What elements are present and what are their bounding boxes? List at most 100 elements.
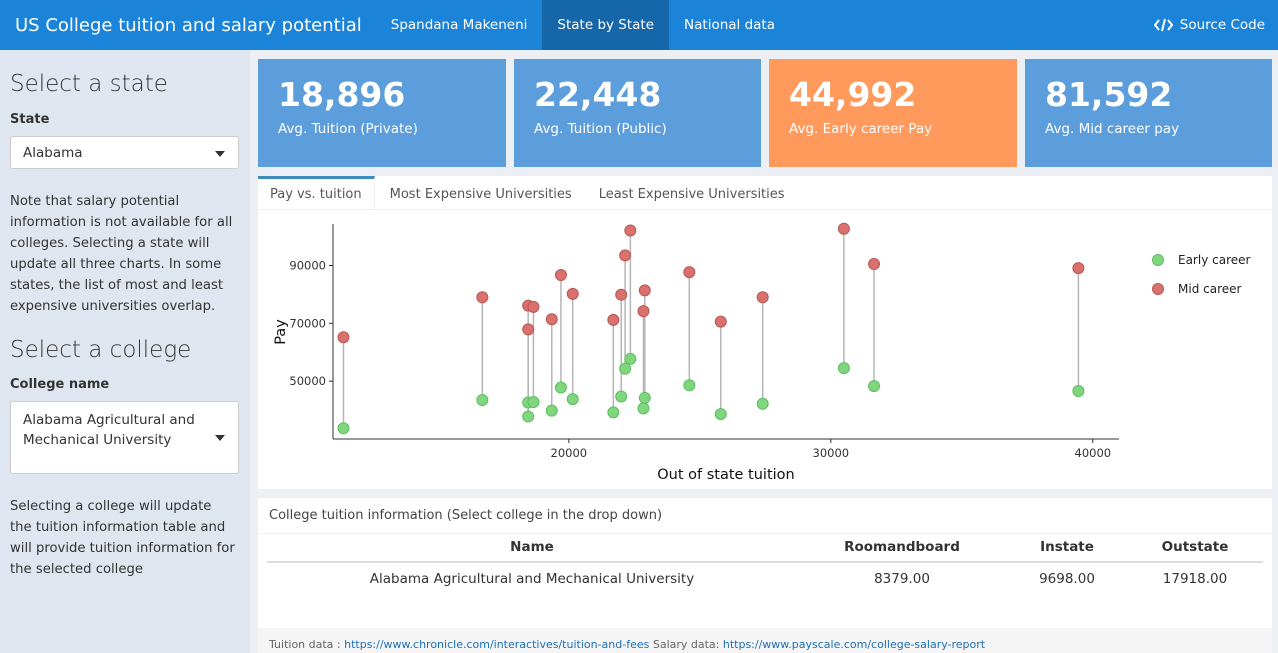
- cell-roomandboard: 8379.00: [874, 571, 930, 587]
- college-select-value: Alabama Agricultural and Mechanical Univ…: [23, 412, 195, 448]
- app-title: US College tuition and salary potential: [15, 14, 362, 36]
- salary-source-prefix: Salary data:: [649, 638, 723, 651]
- value-box-label: Avg. Mid career pay: [1045, 121, 1180, 138]
- early-career-point: [607, 406, 620, 419]
- x-tick-label: 40000: [1075, 446, 1112, 460]
- early-career-point: [624, 352, 637, 365]
- value-box-mid-career-pay: 81,592 Avg. Mid career pay: [1025, 59, 1272, 167]
- column-header-roomandboard: Roomandboard: [797, 533, 1007, 563]
- value-box-label: Avg. Early career Pay: [789, 121, 933, 138]
- nav-author[interactable]: Spandana Makeneni: [376, 0, 543, 50]
- column-header-outstate: Outstate: [1127, 533, 1263, 563]
- salary-source-link[interactable]: https://www.payscale.com/college-salary-…: [723, 638, 985, 651]
- mid-career-point: [607, 313, 620, 326]
- mid-career-point: [554, 269, 567, 282]
- state-heading: Select a state: [10, 71, 168, 97]
- mid-career-point: [566, 287, 579, 300]
- early-career-point: [756, 397, 769, 410]
- mid-career-point: [637, 305, 650, 318]
- early-career-point: [837, 362, 850, 375]
- tuition-source-prefix: Tuition data :: [269, 638, 345, 651]
- chevron-down-icon: [215, 151, 225, 157]
- college-select[interactable]: Alabama Agricultural and Mechanical Univ…: [10, 401, 239, 474]
- value-box-number: 44,992: [789, 75, 917, 114]
- chart-tabs: Pay vs. tuition Most Expensive Universit…: [258, 176, 1272, 210]
- mid-career-point: [837, 222, 850, 235]
- code-icon: [1153, 18, 1173, 32]
- mid-career-point: [545, 313, 558, 326]
- tab-least-expensive[interactable]: Least Expensive Universities: [584, 176, 797, 209]
- mid-career-point: [522, 323, 535, 336]
- state-select[interactable]: Alabama: [10, 136, 239, 169]
- tab-most-expensive[interactable]: Most Expensive Universities: [375, 176, 584, 209]
- tab-state-by-state[interactable]: State by State: [542, 0, 670, 50]
- early-career-point: [1072, 384, 1085, 397]
- pay-vs-tuition-chart: 50000 70000 90000 20000 30000 40000 Out of sta…: [273, 222, 1251, 483]
- state-note: Note that salary potential information i…: [10, 194, 233, 314]
- early-career-point: [714, 408, 727, 421]
- mid-career-point: [337, 331, 350, 344]
- cell-name: Alabama Agricultural and Mechanical Univ…: [369, 571, 695, 587]
- early-career-point: [868, 380, 881, 393]
- legend-label: Early career: [1178, 253, 1251, 267]
- college-note: Selecting a college will update the tuit…: [10, 499, 235, 577]
- mid-career-point: [714, 315, 727, 328]
- legend-marker: [1152, 254, 1164, 266]
- mid-career-point: [527, 300, 540, 313]
- legend-marker: [1152, 283, 1164, 295]
- tab-pay-vs-tuition[interactable]: Pay vs. tuition: [258, 176, 375, 209]
- early-career-point: [619, 362, 632, 375]
- value-box-public-tuition: 22,448 Avg. Tuition (Public): [514, 59, 761, 167]
- cell-instate: 9698.00: [1039, 571, 1095, 587]
- state-label: State: [10, 112, 50, 127]
- early-career-point: [638, 391, 651, 404]
- mid-career-point: [476, 291, 489, 304]
- early-career-point: [683, 379, 696, 392]
- early-career-point: [637, 402, 650, 415]
- early-career-point: [566, 393, 579, 406]
- column-header-instate: Instate: [1007, 533, 1127, 563]
- sidebar: Select a state State Alabama Note that s…: [0, 50, 250, 653]
- source-code-link[interactable]: Source Code: [1141, 0, 1278, 50]
- college-heading: Select a college: [10, 337, 192, 363]
- value-box-early-career-pay: 44,992 Avg. Early career Pay: [769, 59, 1017, 167]
- value-box-number: 22,448: [534, 75, 662, 114]
- table-title: College tuition information (Select coll…: [258, 498, 1272, 534]
- table-row: Alabama Agricultural and Mechanical Univ…: [267, 562, 1263, 595]
- chevron-down-icon: [215, 435, 225, 441]
- value-box-private-tuition: 18,896 Avg. Tuition (Private): [258, 59, 506, 167]
- y-tick-label: 50000: [289, 374, 326, 388]
- state-select-value: Alabama: [23, 145, 83, 161]
- value-box-label: Avg. Tuition (Public): [534, 121, 667, 138]
- value-box-number: 81,592: [1045, 75, 1173, 114]
- value-box-number: 18,896: [278, 75, 406, 114]
- early-career-point: [615, 390, 628, 403]
- college-label: College name: [10, 377, 110, 392]
- mid-career-point: [868, 258, 881, 271]
- x-tick-label: 30000: [813, 446, 850, 460]
- mid-career-point: [638, 284, 651, 297]
- tab-national-data[interactable]: National data: [669, 0, 790, 50]
- mid-career-point: [1072, 262, 1085, 275]
- table-header-row: Name Roomandboard Instate Outstate: [267, 533, 1263, 563]
- mid-career-point: [624, 224, 637, 237]
- early-career-point: [476, 393, 489, 406]
- column-header-name: Name: [267, 533, 797, 563]
- mid-career-point: [756, 291, 769, 304]
- y-tick-label: 70000: [289, 316, 326, 330]
- early-career-point: [337, 422, 350, 435]
- tuition-source-link[interactable]: https://www.chronicle.com/interactives/t…: [344, 638, 649, 651]
- chart-tab-box: Pay vs. tuition Most Expensive Universit…: [258, 176, 1272, 489]
- legend-label: Mid career: [1178, 282, 1242, 296]
- early-career-point: [554, 381, 567, 394]
- tuition-table: Name Roomandboard Instate Outstate Alaba…: [267, 533, 1263, 595]
- mid-career-point: [683, 266, 696, 279]
- early-career-point: [527, 395, 540, 408]
- top-navbar: US College tuition and salary potential …: [0, 0, 1278, 50]
- mid-career-point: [615, 288, 628, 301]
- y-axis-label: Pay: [273, 319, 289, 345]
- x-tick-label: 20000: [551, 446, 588, 460]
- source-code-label: Source Code: [1179, 17, 1265, 33]
- source-footer: Tuition data : https://www.chronicle.com…: [258, 628, 1272, 653]
- x-axis-label: Out of state tuition: [657, 467, 795, 483]
